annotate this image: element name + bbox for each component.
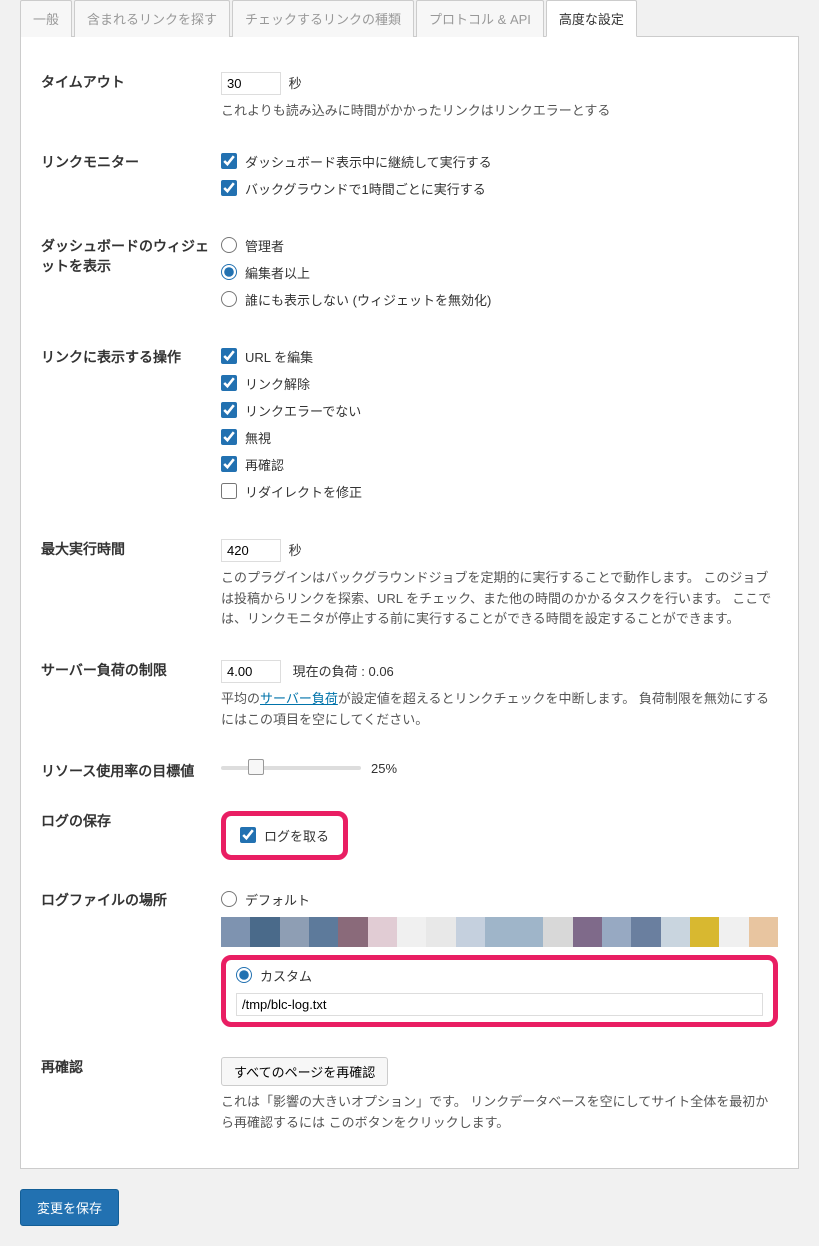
widget-editor-label: 編集者以上 — [245, 263, 310, 282]
timeout-desc: これよりも読み込みに時間がかかったリンクはリンクエラーとする — [221, 101, 778, 122]
link-actions-label: リンクに表示する操作 — [21, 332, 221, 524]
recheck-label: 再確認 — [21, 1042, 221, 1149]
tab-general[interactable]: 一般 — [20, 0, 72, 37]
max-exec-label: 最大実行時間 — [21, 524, 221, 645]
monitor-background-checkbox[interactable] — [221, 180, 237, 196]
monitor-dashboard-label: ダッシュボード表示中に継続して実行する — [245, 152, 492, 171]
monitor-background-label: バックグラウンドで1時間ごとに実行する — [245, 179, 486, 198]
widget-admin-radio[interactable] — [221, 237, 237, 253]
log-custom-radio[interactable] — [236, 967, 252, 983]
log-enable-label: ログを取る — [264, 826, 329, 845]
action-edit-url-label: URL を編集 — [245, 347, 313, 366]
max-exec-desc: このプラグインはバックグラウンドジョブを定期的に実行することで動作します。 この… — [221, 568, 778, 630]
dashboard-widget-label: ダッシュボードのウィジェットを表示 — [21, 221, 221, 332]
timeout-unit: 秒 — [289, 76, 302, 91]
tab-advanced[interactable]: 高度な設定 — [546, 0, 637, 37]
log-enable-checkbox[interactable] — [240, 827, 256, 843]
log-custom-highlight: カスタム — [221, 955, 778, 1027]
widget-editor-radio[interactable] — [221, 264, 237, 280]
action-fix-redirect-checkbox[interactable] — [221, 483, 237, 499]
log-default-path-obscured — [221, 917, 778, 947]
recheck-all-button[interactable]: すべてのページを再確認 — [221, 1057, 388, 1086]
link-monitor-label: リンクモニター — [21, 137, 221, 221]
log-default-radio[interactable] — [221, 891, 237, 907]
resource-slider-handle[interactable] — [248, 759, 264, 775]
timeout-label: タイムアウト — [21, 57, 221, 137]
tab-link-types[interactable]: チェックするリンクの種類 — [232, 0, 414, 37]
server-load-input[interactable] — [221, 660, 281, 683]
max-exec-input[interactable] — [221, 539, 281, 562]
log-path-input[interactable] — [236, 993, 763, 1016]
tab-protocol[interactable]: プロトコル & API — [416, 0, 544, 37]
save-changes-button[interactable]: 変更を保存 — [20, 1189, 119, 1226]
log-save-highlight: ログを取る — [221, 811, 348, 860]
server-load-desc: 平均のサーバー負荷が設定値を超えるとリンクチェックを中断します。 負荷制限を無効… — [221, 689, 778, 731]
action-unlink-label: リンク解除 — [245, 374, 310, 393]
widget-none-label: 誰にも表示しない (ウィジェットを無効化) — [245, 290, 491, 309]
action-dismiss-label: 無視 — [245, 428, 271, 447]
widget-admin-label: 管理者 — [245, 236, 284, 255]
widget-none-radio[interactable] — [221, 291, 237, 307]
log-custom-label: カスタム — [260, 966, 312, 985]
action-recheck-label: 再確認 — [245, 455, 284, 474]
resource-value: 25% — [371, 761, 397, 776]
current-load-value: 0.06 — [368, 664, 393, 679]
action-edit-url-checkbox[interactable] — [221, 348, 237, 364]
action-fix-redirect-label: リダイレクトを修正 — [245, 482, 362, 501]
tabs-nav: 一般 含まれるリンクを探す チェックするリンクの種類 プロトコル & API 高… — [0, 0, 819, 37]
server-load-label: サーバー負荷の制限 — [21, 645, 221, 746]
log-save-label: ログの保存 — [21, 796, 221, 875]
resource-label: リソース使用率の目標値 — [21, 746, 221, 796]
action-not-broken-checkbox[interactable] — [221, 402, 237, 418]
resource-slider[interactable] — [221, 766, 361, 770]
recheck-desc: これは「影響の大きいオプション」です。 リンクデータベースを空にしてサイト全体を… — [221, 1092, 778, 1134]
max-exec-unit: 秒 — [289, 543, 302, 558]
server-load-link[interactable]: サーバー負荷 — [260, 691, 338, 706]
timeout-input[interactable] — [221, 72, 281, 95]
monitor-dashboard-checkbox[interactable] — [221, 153, 237, 169]
action-not-broken-label: リンクエラーでない — [245, 401, 361, 420]
log-default-label: デフォルト — [245, 890, 310, 909]
action-dismiss-checkbox[interactable] — [221, 429, 237, 445]
log-location-label: ログファイルの場所 — [21, 875, 221, 1042]
current-load-label: 現在の負荷 : — [293, 664, 365, 679]
action-recheck-checkbox[interactable] — [221, 456, 237, 472]
action-unlink-checkbox[interactable] — [221, 375, 237, 391]
tab-find-links[interactable]: 含まれるリンクを探す — [74, 0, 230, 37]
settings-panel: タイムアウト 秒 これよりも読み込みに時間がかかったリンクはリンクエラーとする … — [20, 36, 799, 1169]
